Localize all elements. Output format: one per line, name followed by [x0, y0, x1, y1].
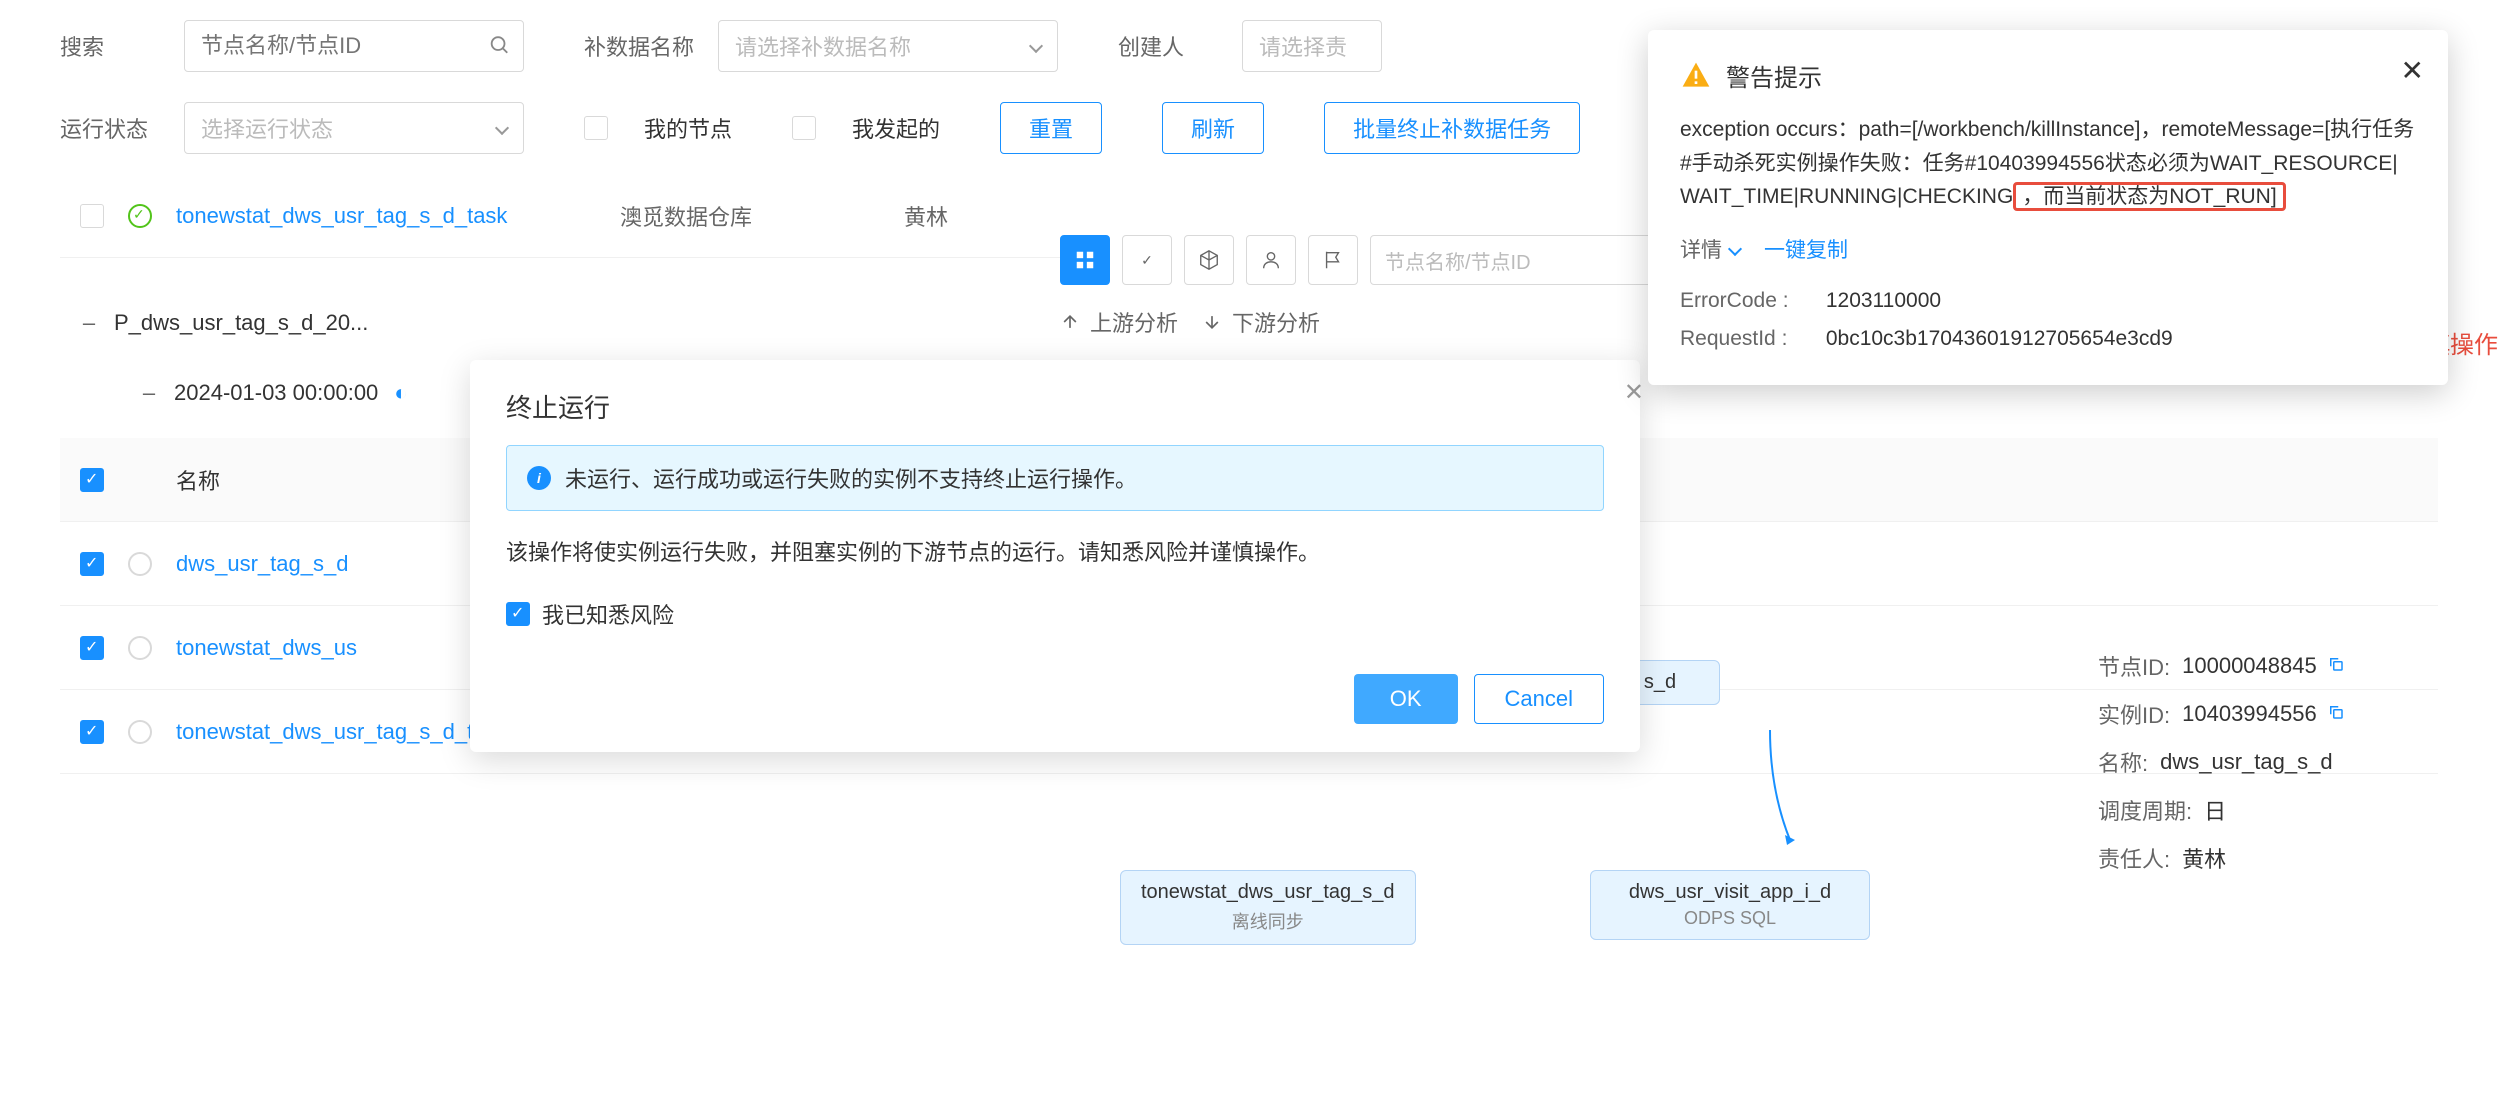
- reset-button[interactable]: 重置: [1000, 102, 1102, 154]
- search-icon[interactable]: [488, 34, 510, 59]
- chevron-down-icon: [495, 121, 509, 135]
- creator-label: 创建人: [1118, 30, 1218, 62]
- status-wait-icon: [128, 552, 152, 576]
- status-wait-icon: [128, 720, 152, 744]
- warning-popup: ✕ 警告提示 exception occurs：path=[/workbench…: [1648, 30, 2448, 385]
- cycle-value: 日: [2204, 794, 2226, 826]
- stop-modal: 终止运行 ✕ i 未运行、运行成功或运行失败的实例不支持终止运行操作。 该操作将…: [470, 360, 1640, 752]
- warning-meta: ErrorCode : 1203110000 RequestId : 0bc10…: [1680, 282, 2416, 358]
- info-label: 名称:: [2098, 746, 2148, 778]
- row-checkbox[interactable]: [80, 636, 104, 660]
- ok-button[interactable]: OK: [1354, 674, 1458, 724]
- my-initiated-label: 我发起的: [852, 112, 940, 144]
- highlighted-text: ，而当前状态为NOT_RUN]: [2013, 182, 2285, 211]
- graph-node[interactable]: dws_usr_visit_app_i_d ODPS SQL: [1590, 870, 1870, 940]
- info-label: 节点ID:: [2098, 650, 2170, 682]
- select-all-checkbox[interactable]: [80, 468, 104, 492]
- row-checkbox[interactable]: [80, 552, 104, 576]
- collapse-icon[interactable]: –: [80, 314, 98, 332]
- node-link[interactable]: tonewstat_dws_usr_tag_s_d_task: [176, 203, 596, 229]
- copy-icon[interactable]: [2327, 653, 2345, 679]
- patch-label: 补数据名称: [584, 30, 694, 62]
- close-icon[interactable]: ✕: [2401, 54, 2424, 87]
- cube-icon[interactable]: [1184, 235, 1234, 285]
- chevron-down-icon: [1728, 242, 1742, 256]
- row-checkbox[interactable]: [80, 720, 104, 744]
- name-value: dws_usr_tag_s_d: [2160, 749, 2332, 775]
- confirm-checkbox[interactable]: [506, 602, 530, 626]
- instance-id-value: 10403994556: [2182, 701, 2317, 727]
- info-label: 责任人:: [2098, 842, 2170, 874]
- warning-message: exception occurs：path=[/workbench/killIn…: [1680, 113, 2416, 214]
- close-icon[interactable]: ✕: [1624, 378, 1644, 407]
- graph-node[interactable]: tonewstat_dws_usr_tag_s_d 离线同步: [1120, 870, 1416, 945]
- search-label: 搜索: [60, 30, 160, 62]
- downstream-button[interactable]: 下游分析: [1202, 306, 1320, 338]
- refresh-button[interactable]: 刷新: [1162, 102, 1264, 154]
- info-label: 调度周期:: [2098, 794, 2192, 826]
- graph-edge: [1740, 730, 1800, 850]
- info-label: 实例ID:: [2098, 698, 2170, 730]
- row-checkbox[interactable]: [80, 204, 104, 228]
- warning-title: 警告提示: [1726, 58, 1822, 93]
- collapse-icon[interactable]: –: [140, 384, 158, 402]
- datasource-cell: 澳觅数据仓库: [620, 200, 880, 232]
- detail-toggle[interactable]: 详情: [1680, 234, 1740, 264]
- creator-select[interactable]: 请选择责: [1242, 20, 1382, 72]
- check-button[interactable]: ✓: [1122, 235, 1172, 285]
- owner-value: 黄林: [2182, 842, 2226, 874]
- status-success-icon: [128, 204, 152, 228]
- search-input[interactable]: [184, 20, 524, 72]
- modal-alert: i 未运行、运行成功或运行失败的实例不支持终止运行操作。: [506, 445, 1604, 511]
- status-select[interactable]: 选择运行状态: [184, 102, 524, 154]
- warning-icon: [1680, 60, 1712, 92]
- alert-text: 未运行、运行成功或运行失败的实例不支持终止运行操作。: [565, 462, 1137, 494]
- my-initiated-checkbox[interactable]: [792, 116, 816, 140]
- status-label: 运行状态: [60, 112, 160, 144]
- modal-title: 终止运行: [506, 388, 610, 425]
- tree-label: P_dws_usr_tag_s_d_20...: [114, 310, 368, 336]
- chevron-down-icon: [1029, 39, 1043, 53]
- info-icon: i: [527, 466, 551, 490]
- copy-icon[interactable]: [2327, 701, 2345, 727]
- confirm-label: 我已知悉风险: [542, 598, 674, 630]
- request-id-value: 0bc10c3b17043601912705654e3cd9: [1826, 327, 2173, 350]
- status-wait-icon: [128, 636, 152, 660]
- info-panel: 节点ID: 10000048845 实例ID: 10403994556 名称: …: [2098, 650, 2438, 890]
- patch-select[interactable]: 请选择补数据名称: [718, 20, 1058, 72]
- error-code-value: 1203110000: [1826, 289, 1941, 312]
- tree-label: 2024-01-03 00:00:00: [174, 380, 378, 406]
- grid-view-button[interactable]: [1060, 235, 1110, 285]
- status-icon: ◐: [394, 380, 407, 406]
- owner-cell: 黄林: [904, 200, 1024, 232]
- my-nodes-label: 我的节点: [644, 112, 732, 144]
- upstream-button[interactable]: 上游分析: [1060, 306, 1178, 338]
- user-icon[interactable]: [1246, 235, 1296, 285]
- batch-stop-button[interactable]: 批量终止补数据任务: [1324, 102, 1580, 154]
- modal-body-text: 该操作将使实例运行失败，并阻塞实例的下游节点的运行。请知悉风险并谨慎操作。: [506, 535, 1604, 570]
- node-id-value: 10000048845: [2182, 653, 2317, 679]
- cancel-button[interactable]: Cancel: [1474, 674, 1604, 724]
- flag-icon[interactable]: [1308, 235, 1358, 285]
- my-nodes-checkbox[interactable]: [584, 116, 608, 140]
- copy-button[interactable]: 一键复制: [1764, 234, 1848, 264]
